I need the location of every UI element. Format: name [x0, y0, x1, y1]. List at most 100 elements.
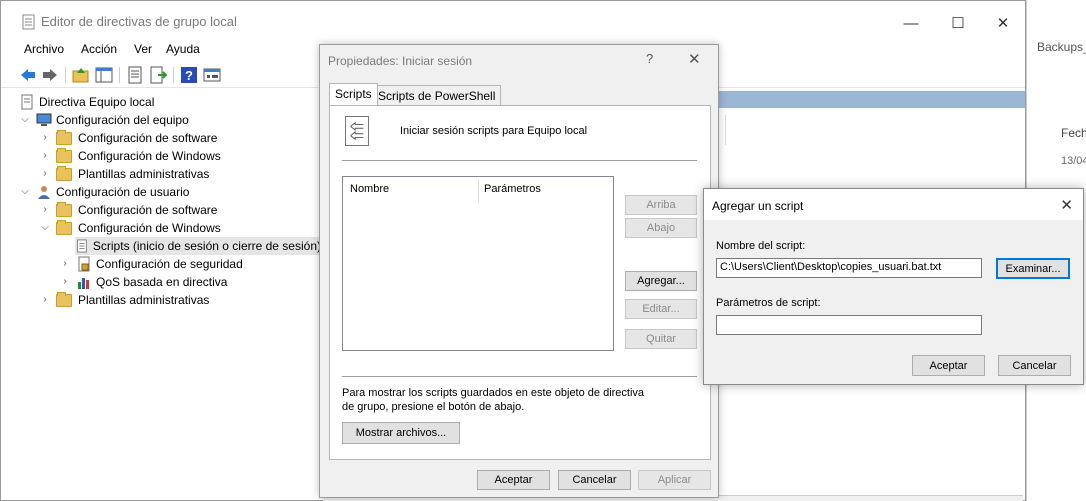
chevron-right-icon[interactable]: › — [59, 276, 71, 288]
forward-arrow-icon[interactable] — [41, 66, 59, 84]
minimize-button[interactable]: — — [891, 9, 931, 37]
column-header-params[interactable]: Parámetros — [484, 183, 541, 195]
dialog-title: Propiedades: Iniciar sesión — [328, 54, 473, 68]
move-up-button[interactable]: Arriba — [625, 195, 697, 215]
remove-button[interactable]: Quitar — [625, 329, 697, 349]
tree-label: Configuración de Windows — [78, 221, 221, 235]
tree-label: Configuración de Windows — [78, 149, 221, 163]
script-name-label: Nombre del script: — [716, 240, 806, 252]
user-icon — [38, 186, 50, 199]
back-arrow-icon[interactable] — [19, 66, 37, 84]
properties-dialog: Propiedades: Iniciar sesión ? ✕ Scripts … — [319, 44, 719, 498]
computer-icon — [36, 113, 52, 126]
divider — [342, 160, 697, 161]
dialog-title-bar: Agregar un script ✕ — [704, 189, 1083, 220]
details-pane-header — [719, 91, 1025, 108]
cancel-button[interactable]: Cancelar — [998, 355, 1071, 376]
toolbar-separator — [119, 67, 120, 83]
properties-icon[interactable] — [126, 66, 144, 84]
tab-scripts[interactable]: Scripts — [329, 83, 378, 105]
script-document-icon — [345, 116, 369, 146]
chevron-right-icon[interactable]: › — [39, 132, 51, 144]
tree-item-user-windows[interactable]: ⌵ Configuración de Windows — [39, 219, 221, 237]
apply-button[interactable]: Aplicar — [638, 470, 711, 490]
ok-button[interactable]: Aceptar — [477, 470, 550, 490]
chevron-down-icon[interactable]: ⌵ — [19, 186, 31, 198]
chevron-right-icon[interactable]: › — [39, 168, 51, 180]
tree-label: Directiva Equipo local — [39, 95, 155, 109]
tree-item-user-admin[interactable]: › Plantillas administrativas — [39, 291, 209, 309]
menu-ver[interactable]: Ver — [134, 42, 152, 56]
move-down-button[interactable]: Abajo — [625, 218, 697, 238]
tree-item-qos[interactable]: › QoS basada en directiva — [59, 273, 227, 291]
background-window-title: Backups_ — [1037, 40, 1086, 54]
tab-powershell-scripts[interactable]: Scripts de PowerShell — [372, 85, 502, 105]
chevron-down-icon[interactable]: ⌵ — [19, 114, 31, 126]
toolbar-separator — [173, 67, 174, 83]
tree-item-user-software[interactable]: › Configuración de software — [39, 201, 217, 219]
script-icon — [77, 239, 87, 253]
folder-icon — [56, 291, 72, 307]
folder-icon — [56, 129, 72, 145]
policy-document-icon — [21, 94, 33, 110]
close-button[interactable]: ✕ — [983, 9, 1023, 37]
folder-icon — [56, 201, 72, 217]
toolbar-separator — [65, 67, 66, 83]
close-button[interactable]: ✕ — [1060, 196, 1073, 214]
tree-label: Plantillas administrativas — [78, 167, 210, 181]
tree-item-user-config[interactable]: ⌵ Configuración de usuario — [19, 183, 189, 201]
up-folder-icon[interactable] — [72, 66, 90, 84]
script-name-input[interactable]: C:\Users\Client\Desktop\copies_usuari.ba… — [716, 258, 982, 278]
title-bar: Editor de directivas de grupo local — ☐ … — [1, 1, 1025, 41]
tree-label: Configuración de seguridad — [96, 257, 243, 271]
tree-item-scripts[interactable]: Scripts (inicio de sesión o cierre de se… — [75, 237, 321, 255]
close-button[interactable]: ✕ — [688, 50, 701, 68]
show-files-button[interactable]: Mostrar archivos... — [342, 422, 460, 444]
tree-item-computer-windows[interactable]: › Configuración de Windows — [39, 147, 221, 165]
chevron-right-icon[interactable]: › — [39, 294, 51, 306]
tree-label: Configuración de software — [78, 131, 218, 145]
browse-button[interactable]: Examinar... — [996, 258, 1070, 279]
menu-accion[interactable]: Acción — [81, 42, 117, 56]
ok-button[interactable]: Aceptar — [912, 355, 985, 376]
background-cell: 13/04 — [1061, 155, 1086, 167]
edit-button[interactable]: Editar... — [625, 299, 697, 319]
tree-label: Configuración del equipo — [56, 113, 189, 127]
background-column-header[interactable]: Fecha — [1061, 126, 1086, 140]
cancel-button[interactable]: Cancelar — [558, 470, 631, 490]
folder-icon — [56, 165, 72, 181]
scripts-header-text: Iniciar sesión scripts para Equipo local — [400, 125, 588, 137]
tree-item-computer-software[interactable]: › Configuración de software — [39, 129, 217, 147]
menu-archivo[interactable]: Archivo — [24, 42, 64, 56]
svg-text:?: ? — [185, 68, 193, 83]
scripts-list[interactable]: Nombre Parámetros — [342, 176, 614, 351]
add-script-dialog: Agregar un script ✕ Nombre del script: C… — [703, 188, 1084, 385]
column-header-name[interactable]: Nombre — [350, 183, 389, 195]
divider — [725, 115, 726, 145]
script-params-input[interactable] — [716, 315, 982, 335]
help-button[interactable]: ? — [646, 51, 653, 66]
chevron-down-icon[interactable]: ⌵ — [39, 222, 51, 234]
show-hide-tree-icon[interactable] — [95, 66, 113, 84]
tree-label: QoS basada en directiva — [96, 275, 228, 289]
tree-label: Scripts (inicio de sesión o cierre de se… — [92, 239, 321, 253]
divider — [342, 376, 697, 377]
tree-item-security[interactable]: › Configuración de seguridad — [59, 255, 243, 273]
tree-item-root[interactable]: Directiva Equipo local — [19, 93, 154, 111]
chevron-right-icon[interactable]: › — [59, 258, 71, 270]
chevron-right-icon[interactable]: › — [39, 150, 51, 162]
filter-view-icon[interactable] — [203, 66, 221, 84]
window-title: Editor de directivas de grupo local — [41, 14, 237, 29]
tree-item-computer-config[interactable]: ⌵ Configuración del equipo — [19, 111, 189, 129]
tree-label: Plantillas administrativas — [78, 293, 210, 307]
console-tree: Directiva Equipo local ⌵ Configuración d… — [1, 91, 323, 501]
column-separator[interactable] — [478, 179, 479, 203]
maximize-button[interactable]: ☐ — [938, 9, 978, 37]
export-list-icon[interactable] — [149, 66, 167, 84]
help-icon[interactable]: ? — [180, 66, 198, 84]
add-button[interactable]: Agregar... — [625, 271, 697, 291]
chevron-right-icon[interactable]: › — [39, 204, 51, 216]
tree-label: Configuración de usuario — [56, 185, 190, 199]
tree-item-computer-admin[interactable]: › Plantillas administrativas — [39, 165, 209, 183]
menu-ayuda[interactable]: Ayuda — [166, 42, 200, 56]
